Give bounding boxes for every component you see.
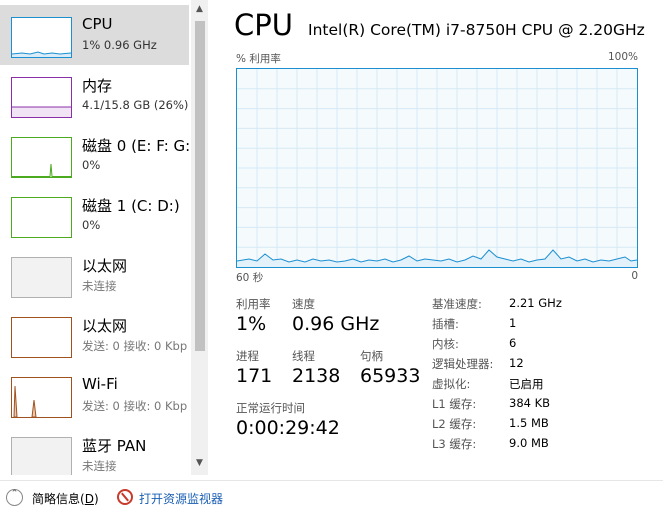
threads-label: 线程 bbox=[292, 349, 315, 363]
cpu-utilization-graph bbox=[236, 68, 638, 268]
spec-value-logical-processors: 12 bbox=[509, 356, 524, 370]
spec-value-l1-cache: 384 KB bbox=[509, 396, 551, 410]
spec-label-cores: 内核: bbox=[432, 337, 459, 351]
uptime-label: 正常运行时间 bbox=[236, 401, 305, 415]
utilization-axis-max: 100% bbox=[607, 51, 638, 63]
memory-thumbnail bbox=[11, 77, 72, 118]
spec-value-base-speed: 2.21 GHz bbox=[509, 296, 562, 310]
threads-value: 2138 bbox=[292, 365, 341, 387]
spec-value-cores: 6 bbox=[509, 336, 517, 350]
spec-label-l1-cache: L1 缓存: bbox=[432, 397, 477, 411]
sidebar-item-title: 磁盘 0 (E: F: G: bbox=[82, 137, 191, 155]
sidebar-item-ethernet-1[interactable]: 以太网 未连接 bbox=[0, 245, 189, 305]
speed-value: 0.96 GHz bbox=[292, 313, 380, 335]
sidebar-scrollbar[interactable]: ▲ ▼ bbox=[191, 0, 208, 475]
wifi-thumbnail bbox=[11, 377, 72, 418]
ethernet-1-thumbnail bbox=[11, 257, 72, 298]
sidebar-item-title: 内存 bbox=[82, 77, 113, 95]
footer-bar: ⌃ 简略信息(D) 打开资源监视器 bbox=[0, 480, 663, 519]
sidebar-item-memory[interactable]: 内存 4.1/15.8 GB (26%) bbox=[0, 65, 189, 125]
sidebar-item-title: 蓝牙 PAN bbox=[82, 437, 147, 455]
sidebar-item-sub: 发送: 0 接收: 0 Kbp bbox=[82, 339, 188, 353]
sidebar-item-sub: 0% bbox=[82, 158, 101, 172]
spec-value-l2-cache: 1.5 MB bbox=[509, 416, 549, 430]
spec-label-base-speed: 基准速度: bbox=[432, 297, 482, 311]
disk-1-thumbnail bbox=[11, 197, 72, 238]
time-axis-min: 0 bbox=[631, 270, 638, 282]
bluetooth-pan-thumbnail bbox=[11, 437, 72, 475]
fewer-details-button[interactable]: 简略信息(D) bbox=[32, 490, 99, 507]
utilization-value: 1% bbox=[236, 313, 267, 335]
spec-label-l2-cache: L2 缓存: bbox=[432, 417, 477, 431]
sidebar-item-wifi[interactable]: Wi-Fi 发送: 0 接收: 0 Kbp bbox=[0, 365, 189, 425]
processes-value: 171 bbox=[236, 365, 273, 387]
spec-label-virtualization: 虚拟化: bbox=[432, 377, 471, 391]
resource-monitor-icon[interactable] bbox=[117, 489, 133, 505]
sidebar-item-cpu[interactable]: CPU 1% 0.96 GHz bbox=[0, 5, 189, 65]
sidebar-item-disk-1[interactable]: 磁盘 1 (C: D:) 0% bbox=[0, 185, 189, 245]
collapse-chevron-icon[interactable]: ⌃ bbox=[6, 489, 23, 506]
fewer-details-hotkey: D bbox=[84, 492, 94, 506]
page-title: CPU bbox=[234, 8, 293, 42]
sidebar: CPU 1% 0.96 GHz 内存 4.1/15.8 GB (26%) 磁盘 … bbox=[0, 0, 195, 475]
scroll-down-icon[interactable]: ▼ bbox=[191, 458, 208, 472]
sidebar-item-title: 磁盘 1 (C: D:) bbox=[82, 197, 180, 215]
cpu-thumbnail bbox=[11, 17, 72, 58]
sidebar-item-title: 以太网 bbox=[82, 317, 128, 335]
spec-label-sockets: 插槽: bbox=[432, 317, 459, 331]
time-axis-label: 60 秒 bbox=[236, 272, 264, 284]
spec-label-l3-cache: L3 缓存: bbox=[432, 437, 477, 451]
open-resource-monitor-link[interactable]: 打开资源监视器 bbox=[139, 490, 223, 507]
spec-value-l3-cache: 9.0 MB bbox=[509, 436, 549, 450]
spec-value-sockets: 1 bbox=[509, 316, 517, 330]
spec-value-virtualization: 已启用 bbox=[509, 377, 544, 391]
disk-0-thumbnail bbox=[11, 137, 72, 178]
speed-label: 速度 bbox=[292, 297, 315, 311]
sidebar-item-bluetooth-pan[interactable]: 蓝牙 PAN 未连接 bbox=[0, 425, 189, 475]
sidebar-item-sub: 0% bbox=[82, 218, 101, 232]
uptime-value: 0:00:29:42 bbox=[236, 417, 340, 439]
sidebar-item-sub: 未连接 bbox=[82, 459, 117, 473]
fewer-details-label: 简略信息( bbox=[32, 492, 85, 506]
handles-label: 句柄 bbox=[360, 349, 383, 363]
sidebar-item-sub: 1% 0.96 GHz bbox=[82, 38, 157, 52]
spec-label-logical-processors: 逻辑处理器: bbox=[432, 357, 494, 371]
utilization-label: 利用率 bbox=[236, 297, 271, 311]
processes-label: 进程 bbox=[236, 349, 259, 363]
ethernet-2-thumbnail bbox=[11, 317, 72, 358]
sidebar-item-disk-0[interactable]: 磁盘 0 (E: F: G: 0% bbox=[0, 125, 191, 185]
fewer-details-label-end: ) bbox=[93, 492, 99, 506]
sidebar-item-sub: 发送: 0 接收: 0 Kbp bbox=[82, 399, 188, 413]
sidebar-item-title: Wi-Fi bbox=[82, 375, 118, 393]
scroll-up-icon[interactable]: ▲ bbox=[191, 4, 208, 18]
sidebar-item-ethernet-2[interactable]: 以太网 发送: 0 接收: 0 Kbp bbox=[0, 305, 189, 365]
sidebar-item-sub: 4.1/15.8 GB (26%) bbox=[82, 98, 189, 112]
sidebar-item-title: CPU bbox=[82, 15, 113, 33]
sidebar-item-title: 以太网 bbox=[82, 257, 128, 275]
sidebar-item-sub: 未连接 bbox=[82, 279, 117, 293]
utilization-axis-label: % 利用率 bbox=[236, 53, 281, 65]
cpu-model-name: Intel(R) Core(TM) i7-8750H CPU @ 2.20GHz bbox=[308, 21, 645, 39]
scroll-thumb[interactable] bbox=[195, 21, 205, 351]
handles-value: 65933 bbox=[360, 365, 421, 387]
